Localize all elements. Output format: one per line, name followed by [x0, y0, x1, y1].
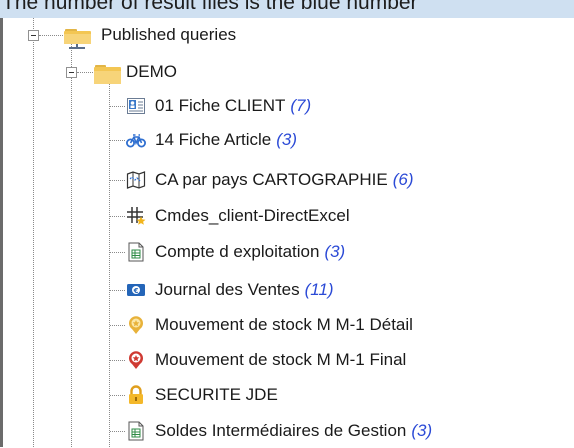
tree-connector — [110, 290, 125, 291]
tree-item-cmdes-client[interactable]: Cmdes_client-DirectExcel — [126, 199, 350, 233]
tree-connector — [110, 325, 125, 326]
tree-item-securite-jde[interactable]: SECURITE JDE — [126, 378, 278, 412]
tree-connector — [110, 395, 125, 396]
collapse-toggle-published[interactable] — [28, 30, 39, 41]
tree-connector — [110, 252, 125, 253]
result-count: (3) — [324, 242, 346, 261]
tree-node-label: Published queries — [101, 25, 237, 44]
tree-connector — [39, 35, 63, 36]
tree-item-label: 14 Fiche Article — [155, 130, 272, 149]
tree-connector — [110, 106, 125, 107]
header-caption-band: The number of result files is the blue n… — [0, 0, 574, 18]
tree-item-mouvement-final[interactable]: Mouvement de stock M M-1 Final — [126, 343, 406, 377]
tree-connector — [110, 140, 125, 141]
tree-item-compte-exploitation[interactable]: Compte d exploitation (3) — [126, 235, 345, 269]
yellow-badge-icon — [126, 315, 146, 335]
tree-node-published-queries[interactable]: Published queries — [64, 18, 236, 52]
result-count: (7) — [290, 96, 312, 115]
tree-node-demo[interactable]: DEMO — [94, 55, 177, 89]
tree-connector — [33, 18, 34, 447]
result-count: (3) — [276, 130, 298, 149]
tree-item-label: Journal des Ventes — [155, 280, 300, 299]
spreadsheet-document-icon — [126, 421, 146, 441]
map-icon — [126, 170, 146, 190]
result-count: (3) — [411, 421, 433, 440]
window-edge — [0, 18, 3, 447]
tree-item-label: Compte d exploitation — [155, 242, 320, 261]
header-caption: The number of result files is the blue n… — [2, 0, 418, 14]
tree-connector — [77, 72, 93, 73]
tree-connector — [71, 44, 72, 447]
client-card-icon — [126, 96, 146, 116]
tree-item-label: Cmdes_client-DirectExcel — [155, 206, 350, 225]
folder-open-icon — [94, 62, 122, 84]
tree-node-label: DEMO — [126, 62, 177, 81]
tree-item-label: Mouvement de stock M M-1 Final — [155, 350, 407, 369]
tree-item-label: 01 Fiche CLIENT — [155, 96, 286, 115]
padlock-icon — [126, 385, 146, 405]
svg-text:€: € — [133, 287, 139, 295]
tree-item-soldes-intermediaires[interactable]: Soldes Intermédiaires de Gestion (3) — [126, 414, 432, 448]
tree-item-journal-ventes[interactable]: € Journal des Ventes (11) — [126, 273, 334, 307]
tree-item-ca-par-pays[interactable]: CA par pays CARTOGRAPHIE (6) — [126, 163, 414, 197]
tree-connector — [110, 431, 125, 432]
tree-connector — [109, 82, 110, 447]
tree-item-label: Soldes Intermédiaires de Gestion — [155, 421, 407, 440]
bicycle-icon — [126, 130, 146, 150]
tree-item-label: CA par pays CARTOGRAPHIE — [155, 170, 388, 189]
collapse-toggle-demo[interactable] — [66, 67, 77, 78]
tree-item-label: Mouvement de stock M M-1 Détail — [155, 315, 413, 334]
result-count: (6) — [392, 170, 414, 189]
tree-item-fiche-article[interactable]: 14 Fiche Article (3) — [126, 123, 297, 157]
tree-connector — [110, 360, 125, 361]
tree-item-mouvement-detail[interactable]: Mouvement de stock M M-1 Détail — [126, 308, 413, 342]
euro-card-icon: € — [126, 280, 146, 300]
red-badge-icon — [126, 350, 146, 370]
tree-connector — [110, 216, 125, 217]
grid-star-icon — [126, 206, 146, 226]
result-count: (11) — [304, 280, 334, 299]
published-folder-icon — [64, 25, 92, 49]
spreadsheet-document-icon — [126, 242, 146, 262]
tree-connector — [110, 180, 125, 181]
tree-item-label: SECURITE JDE — [155, 385, 278, 404]
tree-item-fiche-client[interactable]: 01 Fiche CLIENT (7) — [126, 89, 311, 123]
